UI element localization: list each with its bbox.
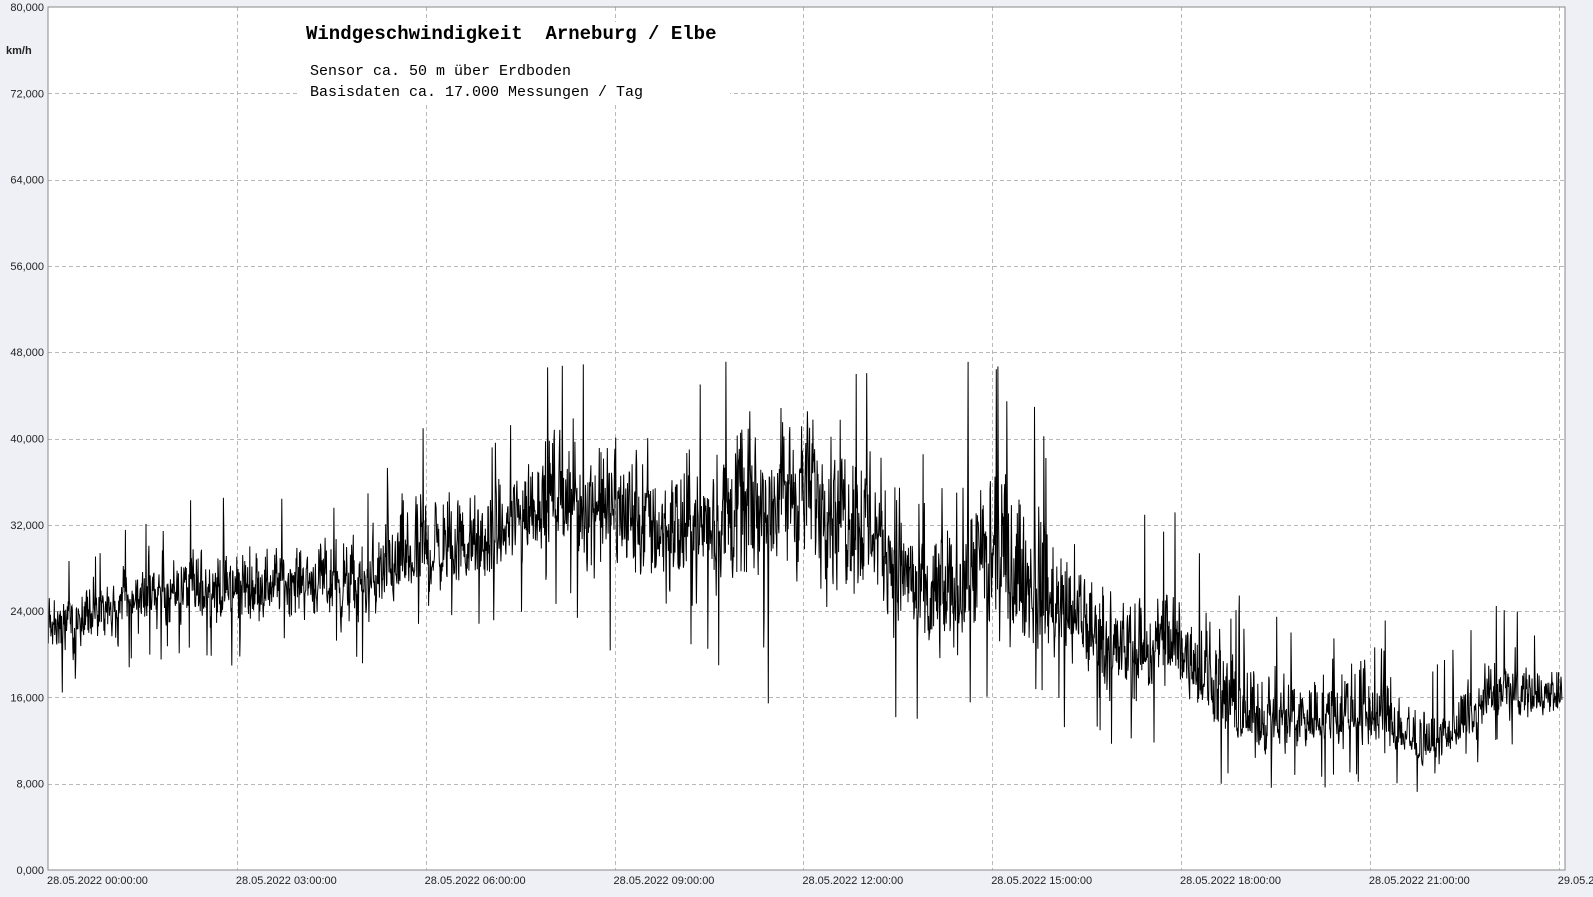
title-block: Windgeschwindigkeit Arneburg / Elbe Sens…: [300, 22, 730, 102]
x-tick-label: 28.05.2022 00:00:00: [47, 875, 148, 887]
y-tick-label: 24,000: [10, 606, 44, 618]
chart-subtitle-basis: Basisdaten ca. 17.000 Messungen / Tag: [310, 84, 643, 101]
x-tick-label: 28.05.2022 15:00:00: [991, 875, 1092, 887]
y-tick-label: 40,000: [10, 434, 44, 446]
y-tick-label: 32,000: [10, 520, 44, 532]
y-tick-label: 64,000: [10, 175, 44, 187]
y-tick-label: 56,000: [10, 261, 44, 273]
y-tick-label: 48,000: [10, 347, 44, 359]
y-tick-label: 8,000: [16, 779, 44, 791]
x-tick-label: 29.05.2022 00:00:00: [1558, 875, 1593, 887]
y-axis-unit-label: km/h: [6, 45, 32, 57]
x-tick-label: 28.05.2022 03:00:00: [236, 875, 337, 887]
x-tick-label: 28.05.2022 06:00:00: [425, 875, 526, 887]
y-tick-label: 80,000: [10, 2, 44, 14]
y-tick-label: 16,000: [10, 692, 44, 704]
x-tick-label: 28.05.2022 12:00:00: [802, 875, 903, 887]
x-tick-label: 28.05.2022 21:00:00: [1369, 875, 1470, 887]
chart-title: Windgeschwindigkeit Arneburg / Elbe: [306, 23, 716, 45]
wind-speed-chart: Windgeschwindigkeit Arneburg / Elbe Sens…: [0, 0, 1593, 897]
chart-subtitle-sensor: Sensor ca. 50 m über Erdboden: [310, 63, 571, 80]
x-tick-label: 28.05.2022 18:00:00: [1180, 875, 1281, 887]
y-tick-label: 0,000: [16, 865, 44, 877]
y-tick-label: 72,000: [10, 88, 44, 100]
x-tick-label: 28.05.2022 09:00:00: [614, 875, 715, 887]
